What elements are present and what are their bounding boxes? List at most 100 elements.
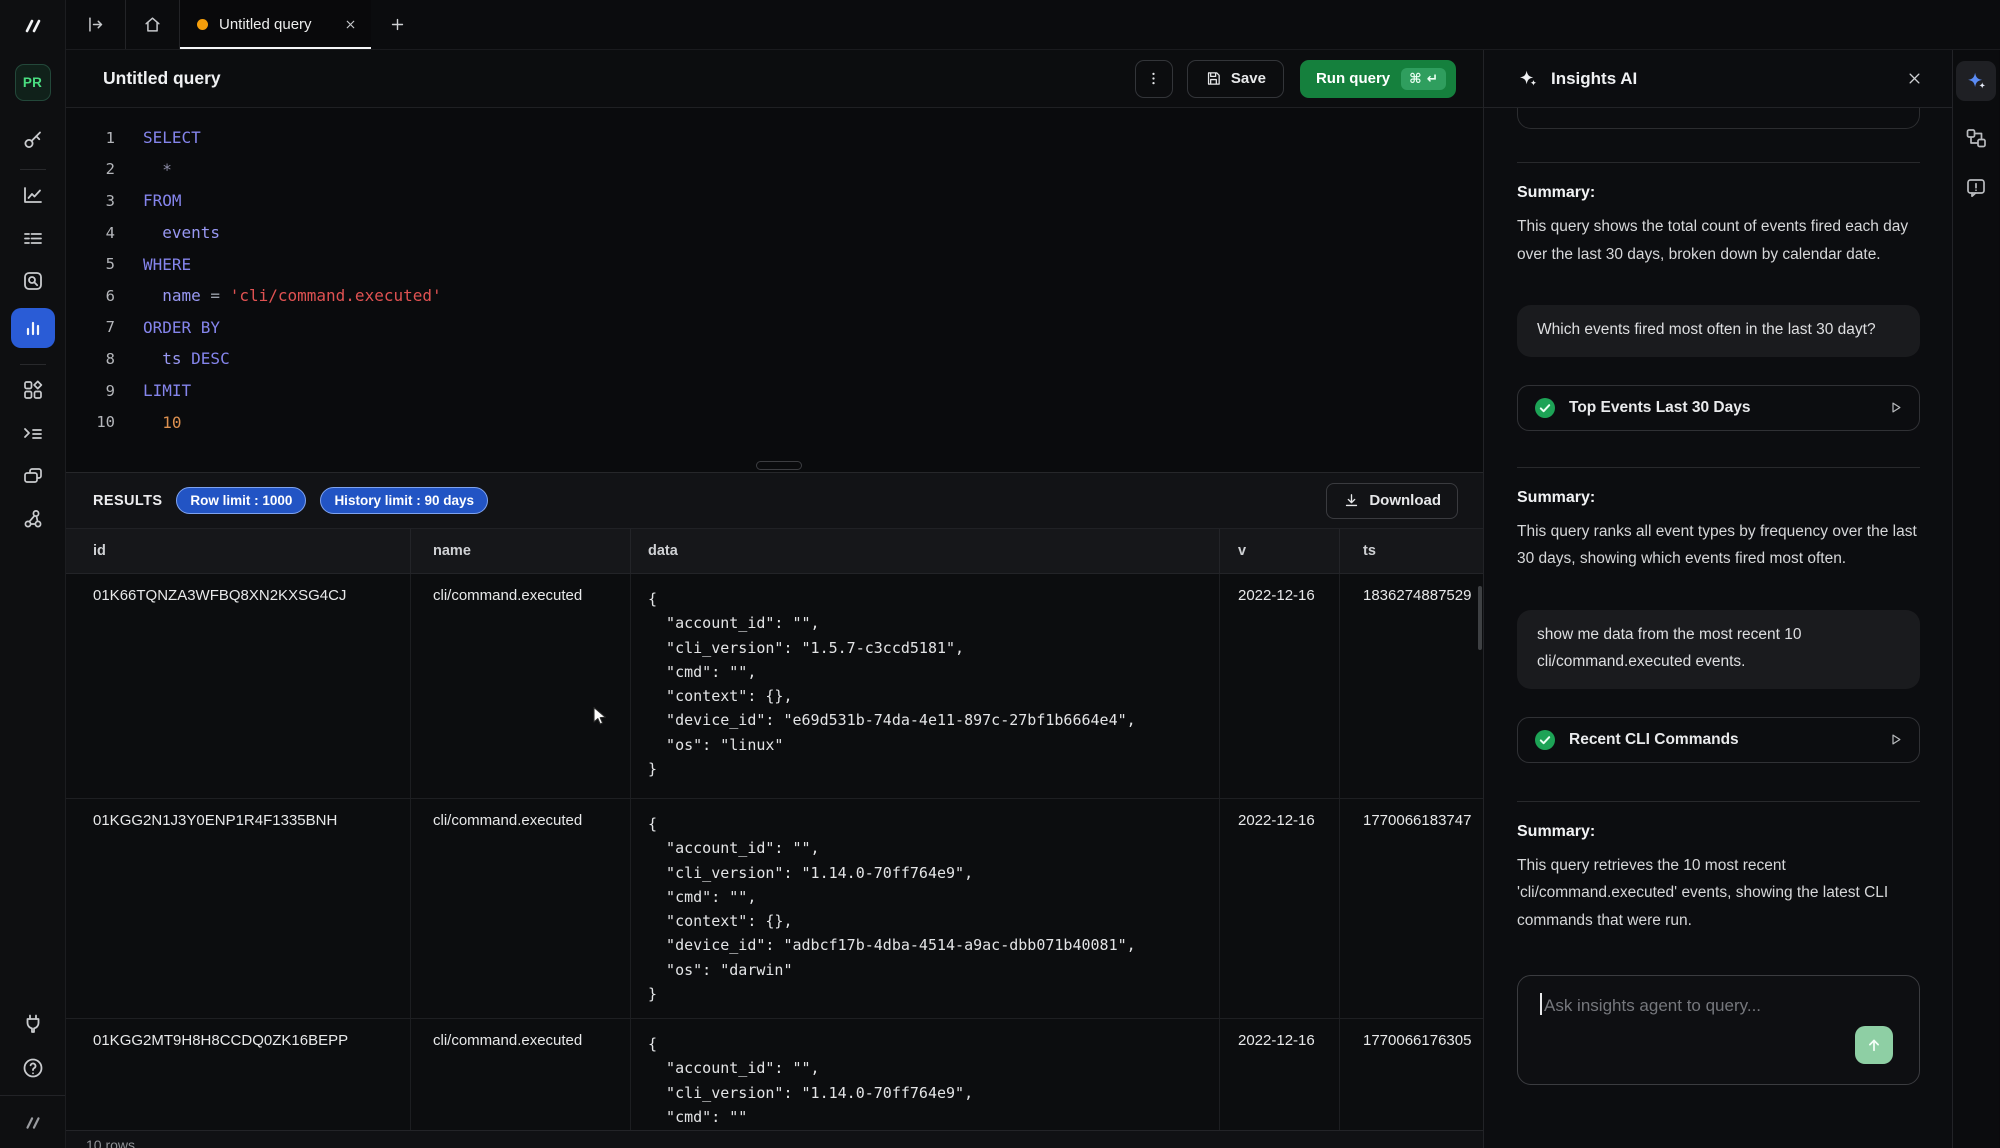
code-line[interactable]: 10 10 bbox=[66, 406, 1483, 438]
code-text: * bbox=[143, 160, 172, 179]
scrolled-card-partial bbox=[1517, 108, 1920, 129]
expand-sidebar-icon[interactable] bbox=[66, 0, 125, 49]
apps-icon[interactable] bbox=[20, 377, 46, 403]
org-avatar[interactable]: PR bbox=[15, 64, 51, 101]
table-row[interactable]: 01K66TQNZA3WFBQ8XN2KXSG4CJcli/command.ex… bbox=[66, 574, 1483, 799]
sidebar-divider bbox=[20, 169, 46, 170]
column-header-id[interactable]: id bbox=[66, 529, 411, 573]
cell-ts: 1836274887529 bbox=[1340, 574, 1483, 798]
download-label: Download bbox=[1369, 492, 1441, 509]
cell-v: 2022-12-16 bbox=[1220, 799, 1340, 1018]
insights-ai-tab-icon-active[interactable] bbox=[1956, 61, 1996, 101]
run-card-play-icon[interactable] bbox=[1888, 400, 1903, 415]
save-icon bbox=[1205, 70, 1222, 87]
code-line[interactable]: 3FROM bbox=[66, 185, 1483, 217]
history-limit-badge[interactable]: History limit : 90 days bbox=[320, 487, 488, 514]
left-sidebar: PR bbox=[0, 0, 66, 1148]
cell-ts: 1770066176305 bbox=[1340, 1019, 1483, 1130]
cell-data: { "account_id": "", "cli_version": "1.14… bbox=[631, 799, 1220, 1018]
more-options-button[interactable] bbox=[1135, 60, 1173, 98]
summary-text: This query shows the total count of even… bbox=[1517, 213, 1920, 268]
sql-editor[interactable]: 1SELECT2 *3FROM4 events5WHERE6 name = 'c… bbox=[66, 108, 1483, 473]
save-button[interactable]: Save bbox=[1187, 60, 1284, 98]
column-header-ts[interactable]: ts bbox=[1340, 529, 1483, 573]
query-card-top-events[interactable]: Top Events Last 30 Days bbox=[1517, 385, 1920, 431]
table-row[interactable]: 01KGG2MT9H8H8CCDQ0ZK16BEPPcli/command.ex… bbox=[66, 1019, 1483, 1130]
query-card-recent-cli[interactable]: Recent CLI Commands bbox=[1517, 717, 1920, 763]
line-number: 2 bbox=[66, 160, 115, 178]
code-line[interactable]: 6 name = 'cli/command.executed' bbox=[66, 280, 1483, 312]
summary-text: This query ranks all event types by freq… bbox=[1517, 518, 1920, 573]
sidebar-footer-logo bbox=[0, 1095, 65, 1148]
summary-label: Summary: bbox=[1517, 489, 1920, 507]
home-icon[interactable] bbox=[126, 0, 179, 49]
feedback-icon[interactable] bbox=[1964, 175, 1988, 199]
user-question-bubble: Which events fired most often in the las… bbox=[1517, 305, 1920, 357]
success-check-icon bbox=[1534, 729, 1556, 751]
tab-close-icon[interactable] bbox=[344, 18, 357, 31]
line-number: 1 bbox=[66, 129, 115, 147]
line-number: 10 bbox=[66, 413, 115, 431]
data-explorer-icon[interactable] bbox=[20, 268, 46, 294]
cmd-key-icon: ⌘ bbox=[1409, 71, 1422, 87]
chat-icon[interactable] bbox=[20, 463, 46, 489]
integrations-plug-icon[interactable] bbox=[20, 1011, 46, 1037]
workflow-icon[interactable] bbox=[20, 506, 46, 532]
run-shortcut-badge: ⌘ ↵ bbox=[1401, 68, 1446, 90]
code-text: LIMIT bbox=[143, 381, 191, 400]
line-number: 3 bbox=[66, 192, 115, 210]
code-line[interactable]: 4 events bbox=[66, 217, 1483, 249]
input-placeholder: Ask insights agent to query... bbox=[1544, 996, 1761, 1015]
tab-untitled-query[interactable]: Untitled query bbox=[180, 0, 371, 49]
column-header-data[interactable]: data bbox=[631, 529, 1220, 573]
table-header: id name data v ts bbox=[66, 529, 1483, 574]
line-number: 6 bbox=[66, 287, 115, 305]
api-keys-icon[interactable] bbox=[20, 127, 46, 153]
run-card-play-icon[interactable] bbox=[1888, 732, 1903, 747]
schema-tree-icon[interactable] bbox=[1964, 126, 1988, 150]
line-number: 5 bbox=[66, 255, 115, 273]
query-card-label: Top Events Last 30 Days bbox=[1569, 399, 1750, 417]
event-log-icon[interactable] bbox=[20, 225, 46, 251]
results-scrollbar[interactable] bbox=[1478, 586, 1482, 650]
code-line[interactable]: 1SELECT bbox=[66, 122, 1483, 154]
cell-name: cli/command.executed bbox=[411, 799, 631, 1018]
row-limit-badge[interactable]: Row limit : 1000 bbox=[176, 487, 306, 514]
table-row[interactable]: 01KGG2N1J3Y0ENP1R4F1335BNHcli/command.ex… bbox=[66, 799, 1483, 1019]
results-section: RESULTS Row limit : 1000 History limit :… bbox=[66, 473, 1483, 1148]
cell-name: cli/command.executed bbox=[411, 1019, 631, 1130]
help-icon[interactable] bbox=[20, 1055, 46, 1081]
insights-body: Summary: This query shows the total coun… bbox=[1484, 108, 1952, 1148]
insights-input[interactable]: Ask insights agent to query... bbox=[1517, 975, 1920, 1085]
column-header-name[interactable]: name bbox=[411, 529, 631, 573]
line-number: 8 bbox=[66, 350, 115, 368]
cell-data: { "account_id": "", "cli_version": "1.5.… bbox=[631, 574, 1220, 798]
code-line[interactable]: 5WHERE bbox=[66, 248, 1483, 280]
sql-editor-lines: 1SELECT2 *3FROM4 events5WHERE6 name = 'c… bbox=[66, 122, 1483, 438]
insights-divider bbox=[1517, 801, 1920, 802]
code-line[interactable]: 7ORDER BY bbox=[66, 312, 1483, 344]
right-icon-strip bbox=[1952, 50, 1999, 1148]
cell-id: 01KGG2MT9H8H8CCDQ0ZK16BEPP bbox=[66, 1019, 411, 1130]
analytics-icon[interactable] bbox=[20, 182, 46, 208]
send-button[interactable] bbox=[1855, 1026, 1893, 1064]
terminal-icon[interactable] bbox=[20, 420, 46, 446]
line-number: 4 bbox=[66, 224, 115, 242]
insights-close-icon[interactable] bbox=[1907, 71, 1922, 86]
download-button[interactable]: Download bbox=[1326, 483, 1458, 519]
code-line[interactable]: 9LIMIT bbox=[66, 375, 1483, 407]
run-query-button[interactable]: Run query ⌘ ↵ bbox=[1300, 60, 1456, 98]
pane-resize-handle[interactable] bbox=[756, 461, 802, 470]
results-label: RESULTS bbox=[93, 493, 162, 509]
query-builder-icon-active[interactable] bbox=[11, 308, 55, 348]
column-header-v[interactable]: v bbox=[1220, 529, 1340, 573]
insights-divider bbox=[1517, 162, 1920, 163]
new-tab-icon[interactable] bbox=[371, 0, 423, 49]
cell-ts: 1770066183747 bbox=[1340, 799, 1483, 1018]
code-line[interactable]: 2 * bbox=[66, 154, 1483, 186]
insights-divider bbox=[1517, 467, 1920, 468]
insights-header: Insights AI bbox=[1484, 50, 1952, 108]
code-line[interactable]: 8 ts DESC bbox=[66, 343, 1483, 375]
code-text: events bbox=[143, 223, 220, 242]
tab-bar: Untitled query bbox=[66, 0, 2000, 50]
